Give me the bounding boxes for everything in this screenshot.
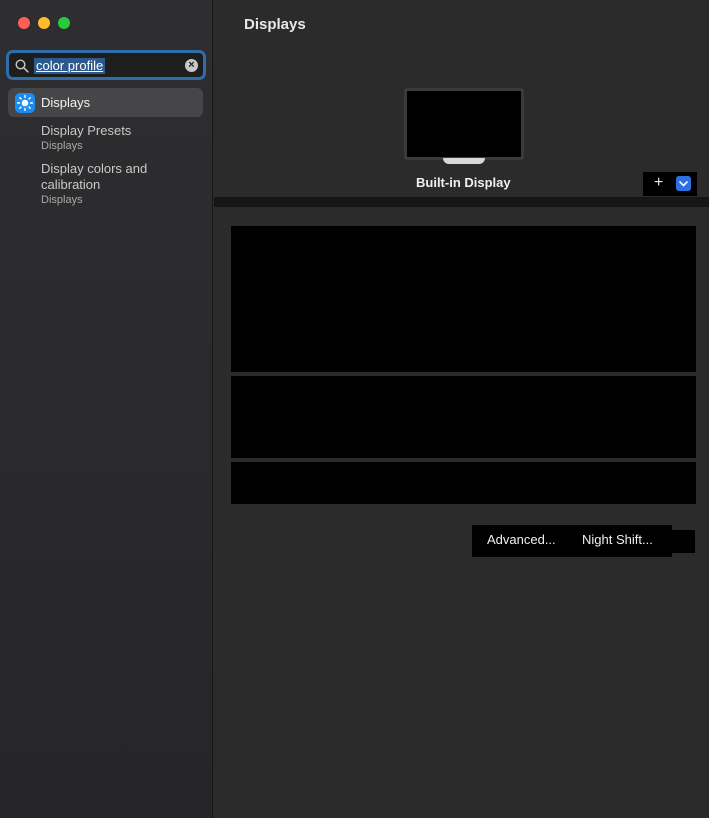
divider [214,197,709,207]
search-result-display-colors[interactable]: Display colors and calibration Displays [41,161,147,207]
settings-panel-2 [231,376,696,458]
settings-panel-3 [231,462,696,504]
sidebar-item-label: Displays [41,95,91,110]
action-buttons: Advanced... Night Shift... [472,525,672,557]
result-title-line2: calibration [41,177,101,192]
advanced-button[interactable]: Advanced... [487,532,556,547]
help-button[interactable] [672,530,695,553]
night-shift-button[interactable]: Night Shift... [582,532,653,547]
result-title-line1: Display colors and [41,161,148,176]
result-category: Displays [41,194,83,206]
minimize-button[interactable] [38,17,50,29]
main-pane: Displays Built-in Display + Advanced... … [214,0,709,818]
result-title: Display Presets [41,123,132,138]
search-input[interactable]: color profile [34,58,106,74]
monitor-stand-icon [443,158,485,164]
display-thumbnail[interactable] [404,88,524,160]
settings-panel-1 [231,226,696,372]
page-title: Displays [244,16,306,33]
add-display-control[interactable]: + [643,172,697,196]
search-icon [15,59,29,73]
add-display-button[interactable]: + [654,174,663,192]
sidebar: color profile × Displays Display Presets… [0,0,213,818]
maximize-button[interactable] [58,17,70,29]
sidebar-item-displays[interactable]: Displays [8,88,203,117]
window-controls [18,17,70,29]
clear-icon[interactable]: × [185,59,198,72]
displays-icon [15,93,35,113]
chevron-down-icon[interactable] [676,176,691,191]
result-category: Displays [41,140,83,152]
search-field[interactable]: color profile × [6,50,206,80]
close-button[interactable] [18,17,30,29]
display-name-label: Built-in Display [416,175,511,190]
search-result-display-presets[interactable]: Display Presets Displays [41,123,131,153]
